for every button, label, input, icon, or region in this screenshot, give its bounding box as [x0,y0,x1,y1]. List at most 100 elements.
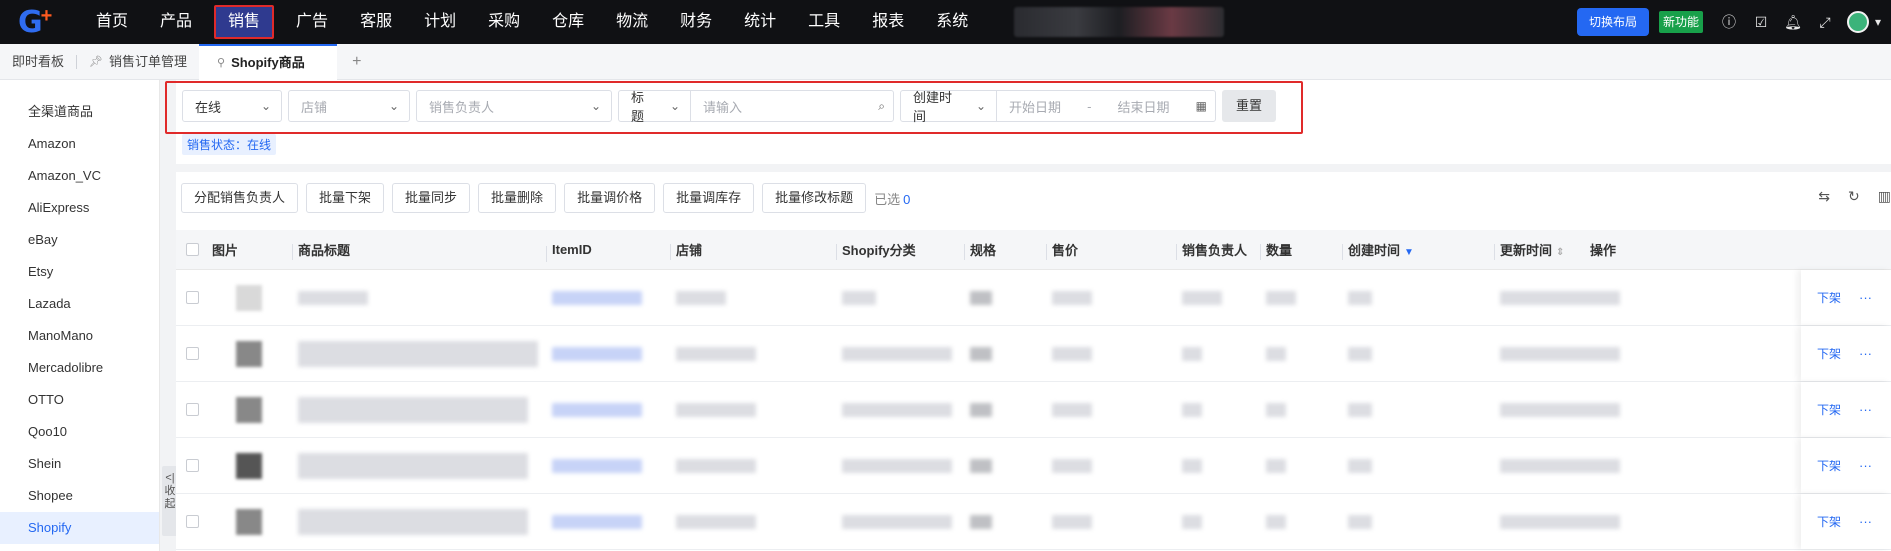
column-header[interactable]: 更新时间 ⇕ [1494,240,1584,260]
add-tab-button[interactable]: + [337,53,377,71]
column-header[interactable]: 创建时间 ▼ [1342,240,1494,260]
redacted-value [1182,346,1202,361]
redacted-value [1052,402,1092,417]
column-header[interactable]: 销售负责人 [1176,240,1260,260]
sidebar-item[interactable]: AliExpress [0,192,159,224]
column-header[interactable]: 售价 [1046,240,1176,260]
column-header[interactable]: Shopify分类 [836,240,964,260]
table-cell [1342,402,1494,417]
app-logo[interactable]: G + [0,0,80,44]
delist-link[interactable]: 下架 [1817,401,1841,418]
row-checkbox[interactable] [186,515,199,528]
sidebar-item[interactable]: Shopee [0,480,159,512]
sidebar-item[interactable]: Etsy [0,256,159,288]
status-filter-tag[interactable]: 销售状态：在线 [182,134,277,155]
info-circle-icon[interactable]: ⓘ [1713,12,1745,32]
sidebar-item[interactable]: Shopify [0,512,159,544]
table-row[interactable]: 下架 ··· [176,326,1891,382]
sidebar-item[interactable]: 全渠道商品 [0,96,159,128]
sidebar-item[interactable]: eBay [0,224,159,256]
bell-icon[interactable]: 🔔︎ [1777,14,1809,31]
nav-item[interactable]: 物流 [600,0,664,44]
bulk-action-button[interactable]: 批量调价格 [564,183,656,213]
delist-link[interactable]: 下架 [1817,513,1841,530]
sidebar-item[interactable]: Amazon [0,128,159,160]
nav-item[interactable]: 系统 [920,0,984,44]
bulk-action-button[interactable]: 批量同步 [392,183,471,213]
nav-item[interactable]: 财务 [664,0,728,44]
more-actions-icon[interactable]: ··· [1859,290,1872,305]
sidebar-item[interactable]: Shein [0,448,159,480]
more-actions-icon[interactable]: ··· [1859,346,1872,361]
row-checkbox[interactable] [186,459,199,472]
column-header[interactable]: 店铺 [670,240,836,260]
nav-item[interactable]: 广告 [280,0,344,44]
column-header[interactable]: 规格 [964,240,1046,260]
avatar[interactable] [1847,11,1869,33]
sidebar-item[interactable]: ManoMano [0,320,159,352]
tab-sales-orders[interactable]: 📌︎ 销售订单管理 [77,44,199,80]
table-row[interactable]: 下架 ··· [176,270,1891,326]
nav-item[interactable]: 报表 [856,0,920,44]
column-header[interactable]: 图片 [206,240,292,259]
sidebar-item[interactable]: Qoo10 [0,416,159,448]
sidebar-item[interactable]: Amazon_VC [0,160,159,192]
more-actions-icon[interactable]: ··· [1859,402,1872,417]
nav-item[interactable]: 采购 [472,0,536,44]
more-actions-icon[interactable]: ··· [1859,458,1872,473]
sidebar-item[interactable]: Lazada [0,288,159,320]
more-actions-icon[interactable]: ··· [1859,514,1872,529]
product-image[interactable] [236,508,262,535]
nav-item[interactable]: 首页 [80,0,144,44]
bulk-action-button[interactable]: 批量删除 [478,183,557,213]
select-all-checkbox[interactable] [186,243,199,256]
nav-item[interactable]: 仓库 [536,0,600,44]
product-image[interactable] [236,340,262,367]
delist-link[interactable]: 下架 [1817,345,1841,362]
checkbox-icon[interactable]: ☑ [1745,14,1777,31]
nav-item[interactable]: 客服 [344,0,408,44]
sidebar-item[interactable]: OTTO [0,384,159,416]
sort-icon[interactable]: ⇕ [1556,247,1564,258]
switch-layout-button[interactable]: 切换布局 [1576,8,1649,36]
delist-link[interactable]: 下架 [1817,457,1841,474]
row-checkbox[interactable] [186,347,199,360]
nav-item[interactable]: 销售 [214,5,275,39]
table-row[interactable]: 下架 ··· [176,494,1891,550]
tab-shopify-products[interactable]: ⚲ Shopify商品 [199,43,337,80]
swap-icon[interactable]: ⇆ [1818,188,1830,205]
column-header[interactable]: 商品标题 [292,240,546,260]
table-row[interactable]: 下架 ··· [176,382,1891,438]
delist-link[interactable]: 下架 [1817,289,1841,306]
column-header[interactable]: 数量 [1260,240,1342,260]
tab-dashboard[interactable]: 即时看板 [0,44,76,80]
nav-item[interactable]: 工具 [792,0,856,44]
redacted-value [842,402,952,417]
refresh-icon[interactable]: ↻ [1848,188,1860,205]
bulk-action-button[interactable]: 分配销售负责人 [181,183,299,213]
chevron-down-icon[interactable]: ▾ [1875,15,1891,29]
row-checkbox[interactable] [186,403,199,416]
redacted-value [1500,514,1620,529]
new-feature-badge[interactable]: 新功能 [1658,11,1703,33]
nav-item[interactable]: 计划 [408,0,472,44]
product-image[interactable] [236,452,262,479]
fullscreen-icon[interactable]: ⤢ [1809,14,1841,31]
nav-item[interactable]: 统计 [728,0,792,44]
bulk-action-button[interactable]: 批量下架 [306,183,385,213]
column-header[interactable]: ItemID [546,242,670,262]
sort-icon[interactable]: ▼ [1404,247,1414,258]
columns-icon[interactable]: ▥ [1878,188,1891,205]
product-image[interactable] [236,284,262,311]
bulk-action-button[interactable]: 批量调库存 [663,183,755,213]
product-image[interactable] [236,396,262,423]
column-header-label: 店铺 [676,243,703,258]
bulk-action-button[interactable]: 批量修改标题 [762,183,867,213]
nav-right-tools: 切换布局 新功能 ⓘ ☑ 🔔︎ ⤢ ▾ [1576,0,1891,44]
nav-item[interactable]: 产品 [144,0,208,44]
column-header[interactable]: 操作 [1584,240,1616,259]
sidebar-item[interactable]: Mercadolibre [0,352,159,384]
table-row[interactable]: 下架 ··· [176,438,1891,494]
row-checkbox[interactable] [186,291,199,304]
